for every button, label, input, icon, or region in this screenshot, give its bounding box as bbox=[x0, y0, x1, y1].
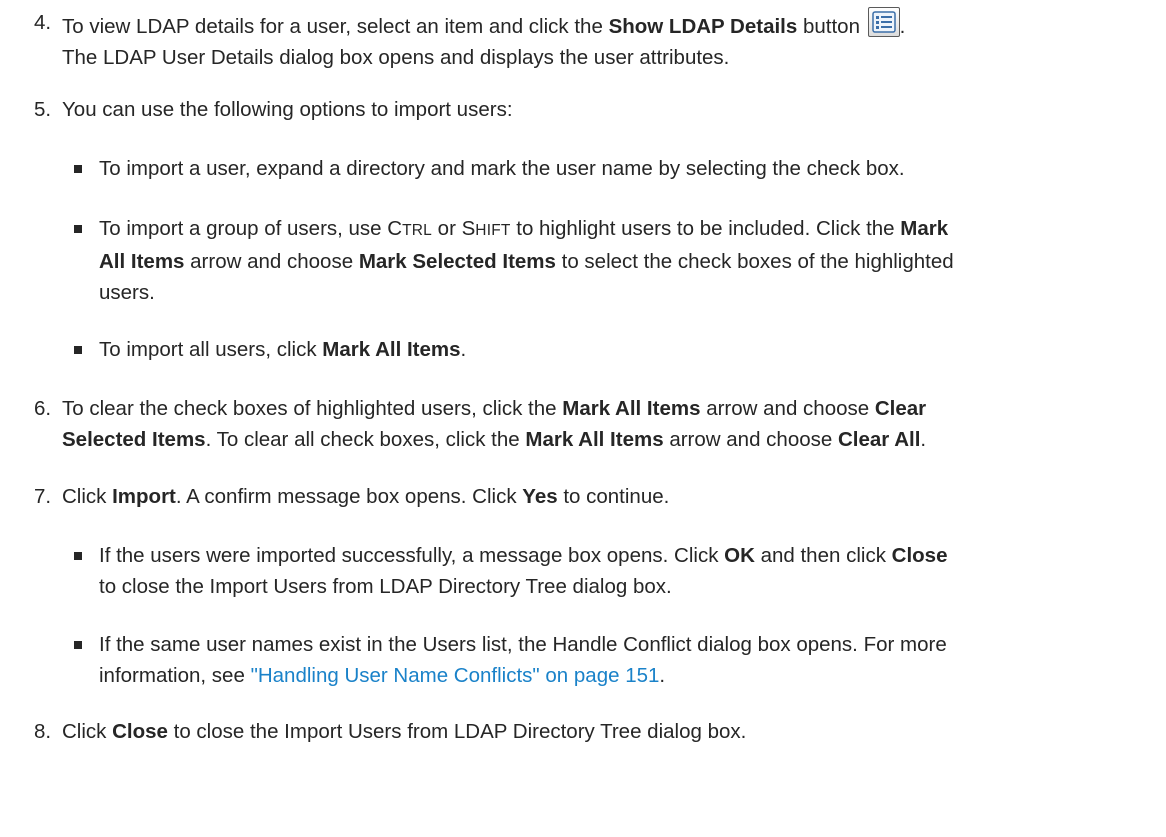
step-number: 8. bbox=[34, 720, 52, 743]
step-line: To view LDAP details for a user, select … bbox=[62, 7, 1152, 42]
step-text: To view LDAP details for a user, select … bbox=[62, 15, 609, 38]
list-item-text: If the users were imported successfully,… bbox=[99, 544, 948, 598]
list-item-text: To import a group of users, use CTRL or … bbox=[99, 217, 954, 304]
step-number: 5. bbox=[34, 98, 52, 121]
details-list-icon bbox=[867, 7, 900, 37]
bullet-marker bbox=[74, 225, 82, 233]
list-item-text: If the same user names exist in the User… bbox=[99, 633, 947, 687]
ui-term: Show LDAP Details bbox=[608, 15, 798, 38]
step-body: You can use the following options to imp… bbox=[62, 98, 513, 121]
document-page: 4. To view LDAP details for a user, sele… bbox=[0, 0, 1166, 837]
bullet-marker bbox=[74, 165, 82, 173]
bullet-marker bbox=[74, 346, 82, 354]
bullet-marker bbox=[74, 552, 82, 560]
list-item-text: To import a user, expand a directory and… bbox=[99, 157, 905, 180]
step-body: Click Close to close the Import Users fr… bbox=[62, 720, 747, 743]
step-body: To clear the check boxes of highlighted … bbox=[62, 397, 927, 451]
step-body: To view LDAP details for a user, select … bbox=[62, 7, 1152, 73]
step-number: 4. bbox=[34, 11, 52, 34]
step-text: . bbox=[899, 15, 906, 38]
step-text: button bbox=[797, 15, 866, 38]
bullet-marker bbox=[74, 641, 82, 649]
step-line: The LDAP User Details dialog box opens a… bbox=[62, 46, 730, 69]
list-item-text: To import all users, click Mark All Item… bbox=[99, 338, 467, 361]
step-body: Click Import. A confirm message box open… bbox=[62, 485, 670, 508]
step-number: 7. bbox=[34, 485, 52, 508]
cross-reference-link[interactable]: "Handling User Name Conflicts" on page 1… bbox=[251, 664, 660, 687]
step-number: 6. bbox=[34, 397, 52, 420]
